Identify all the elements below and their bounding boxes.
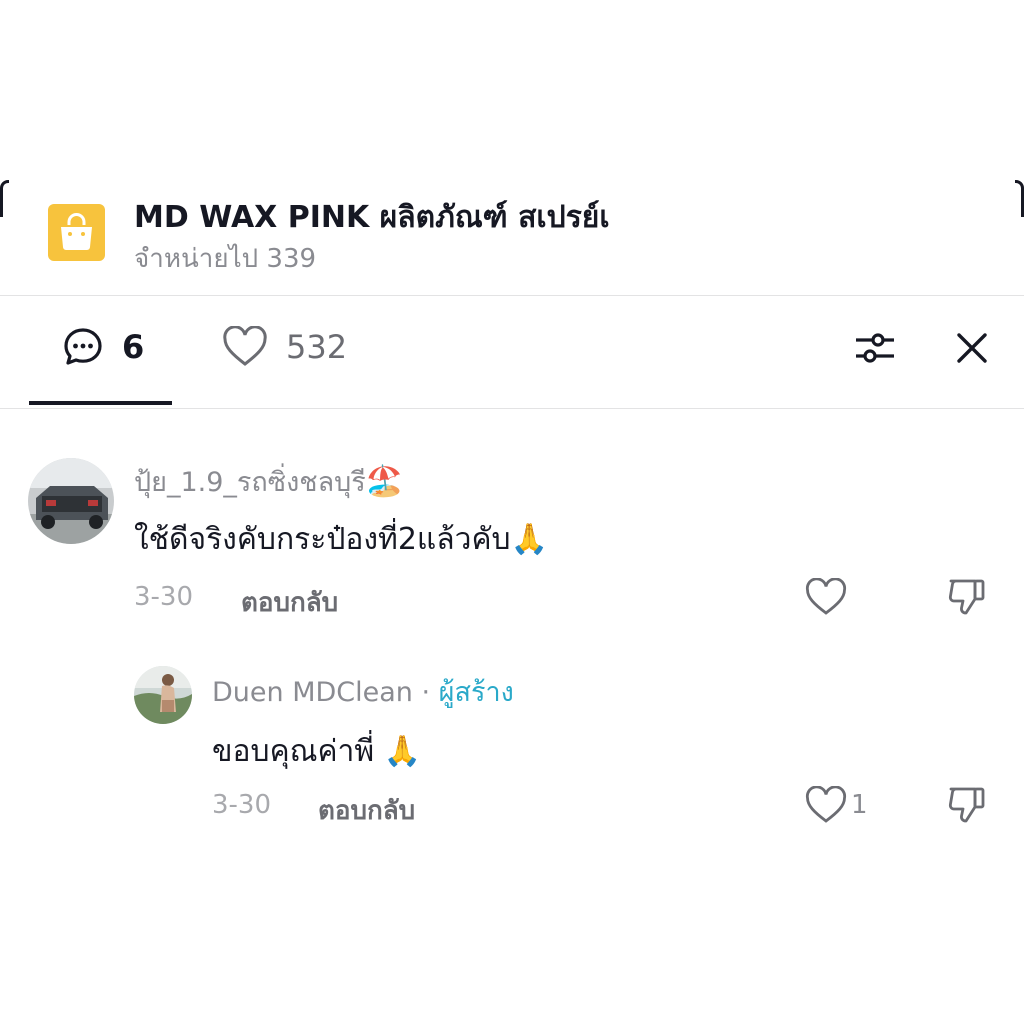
username-text: Duen MDClean — [212, 677, 413, 708]
heart-outline-icon — [805, 786, 847, 823]
comment-dislike-button[interactable] — [947, 578, 987, 616]
comment-text: ขอบคุณค่าพี่ 🙏 — [212, 728, 421, 775]
comment-like-count: 1 — [851, 790, 868, 820]
comment-tabs-bar: 6 532 — [0, 296, 1024, 408]
comment-text-body: ใช้ดีจริงคับกระป๋องที่2แล้วคับ — [134, 522, 511, 557]
folded-hands-emoji: 🙏 — [383, 734, 422, 769]
reply-comment-item: Duen MDClean · ผู้สร้าง ขอบคุณค่าพี่ 🙏 3… — [0, 666, 1024, 836]
thumbs-down-icon — [948, 579, 985, 615]
username-text: ปุ้ย_1.9_รถซิ่งชลบุรี — [134, 467, 366, 498]
comment-item: ปุ้ย_1.9_รถซิ่งชลบุรี🏖️ ใช้ดีจริงคับกระป… — [0, 458, 1024, 628]
likes-count: 532 — [286, 328, 348, 366]
comment-text: ใช้ดีจริงคับกระป๋องที่2แล้วคับ🙏 — [134, 516, 548, 563]
close-button[interactable] — [950, 326, 994, 370]
comment-like-button[interactable]: 1 — [805, 786, 868, 824]
tab-likes[interactable]: 532 — [222, 326, 347, 368]
avatar[interactable] — [134, 666, 192, 724]
folded-hands-emoji: 🙏 — [510, 522, 548, 557]
comment-bubble-icon — [64, 328, 102, 365]
comment-date: 3-30 — [134, 582, 194, 612]
beach-umbrella-emoji: 🏖️ — [365, 464, 404, 499]
product-header[interactable]: MD WAX PINK ผลิตภัณฑ์ สเปรย์เ จำหน่ายไป … — [0, 184, 1024, 294]
active-tab-indicator — [29, 401, 172, 405]
comment-username[interactable]: Duen MDClean · ผู้สร้าง — [212, 670, 514, 713]
shopping-bag-icon — [48, 204, 105, 261]
sliders-filter-icon — [856, 333, 894, 363]
thumbs-down-icon — [948, 787, 985, 823]
comments-count: 6 — [122, 328, 145, 366]
tab-comments[interactable]: 6 — [62, 326, 144, 368]
comment-text-body: ขอบคุณค่าพี่ — [212, 734, 384, 769]
divider — [0, 408, 1024, 409]
heart-outline-icon — [223, 326, 267, 366]
reply-button[interactable]: ตอบกลับ — [241, 582, 338, 623]
heart-outline-icon — [805, 578, 847, 615]
reply-button[interactable]: ตอบกลับ — [318, 790, 415, 831]
close-icon — [957, 333, 987, 363]
comment-date: 3-30 — [212, 790, 272, 820]
product-title[interactable]: MD WAX PINK ผลิตภัณฑ์ สเปรย์เ — [134, 194, 610, 241]
comment-username[interactable]: ปุ้ย_1.9_รถซิ่งชลบุรี🏖️ — [134, 460, 403, 503]
filter-button[interactable] — [853, 326, 897, 370]
username-separator: · — [412, 677, 439, 708]
comment-dislike-button[interactable] — [947, 786, 987, 824]
product-sold-count: จำหน่ายไป 339 — [134, 244, 317, 274]
creator-badge: ผู้สร้าง — [438, 677, 514, 708]
comment-like-button[interactable] — [805, 578, 851, 616]
avatar[interactable] — [28, 458, 114, 544]
